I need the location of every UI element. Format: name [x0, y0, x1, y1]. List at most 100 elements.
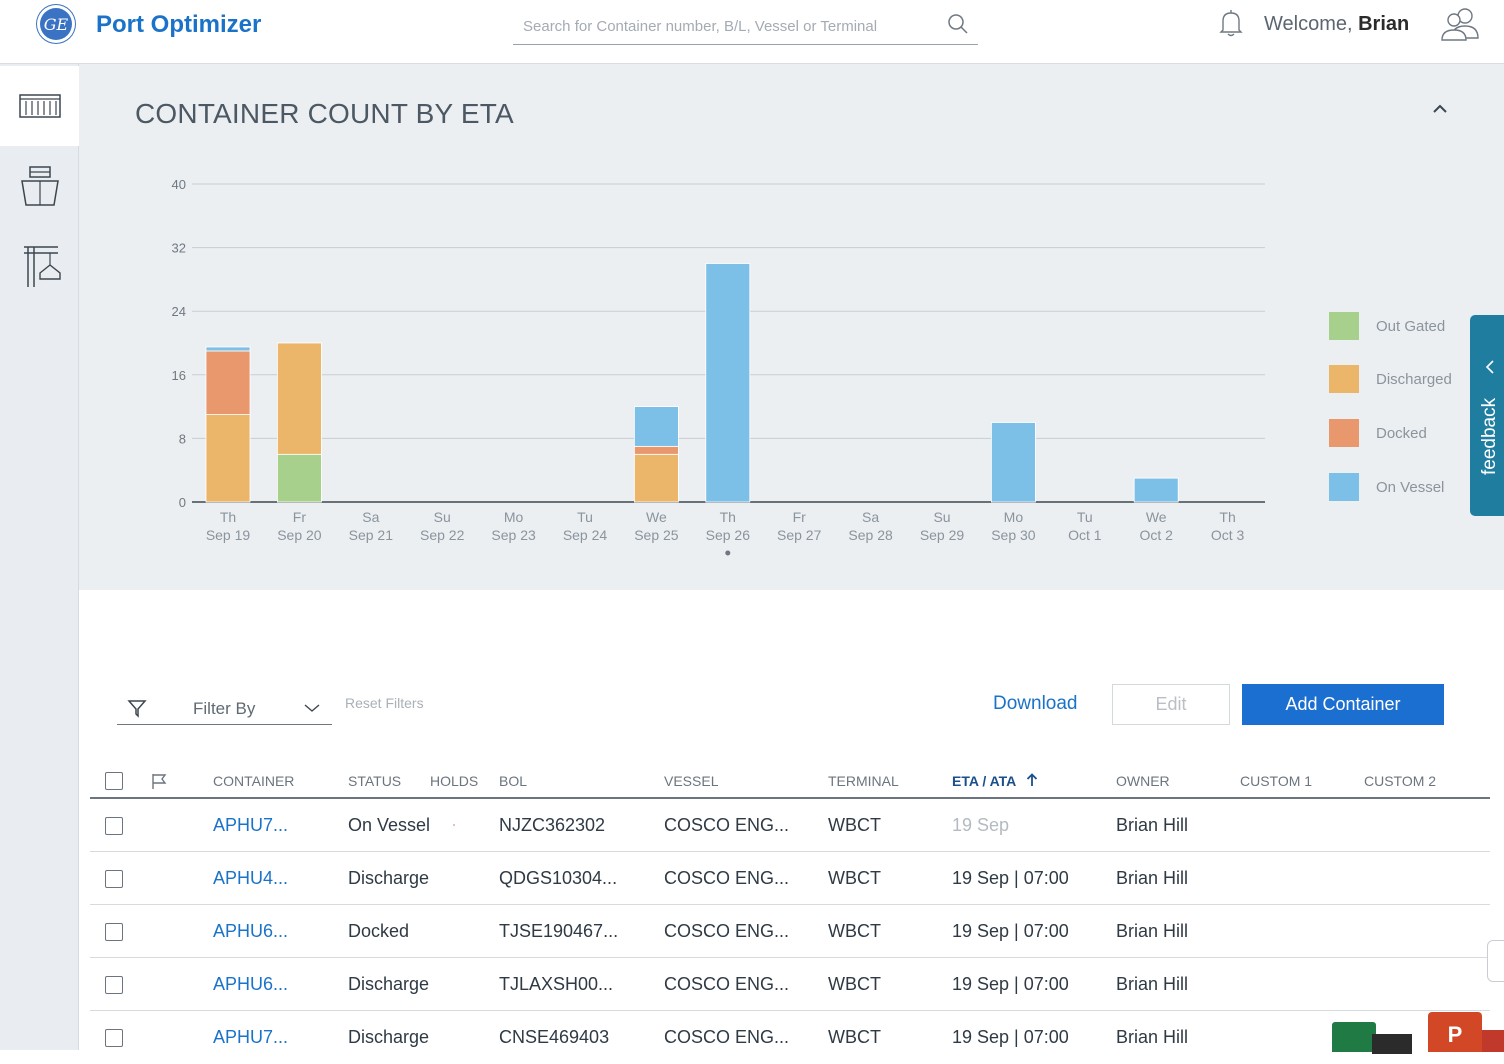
row-checkbox[interactable]	[105, 976, 123, 994]
bar-segment	[1133, 477, 1179, 503]
bar-segment	[634, 445, 679, 455]
users-icon[interactable]	[1438, 4, 1486, 44]
table-row[interactable]: APHU4... Discharge QDGS10304... COSCO EN…	[90, 852, 1490, 905]
row-checkbox[interactable]	[105, 923, 123, 941]
vessel-cell: COSCO ENG...	[664, 1027, 790, 1047]
table-header: CONTAINER STATUS HOLDS BOL VESSEL TERMIN…	[90, 762, 1490, 799]
feedback-tab[interactable]: feedback	[1470, 315, 1504, 516]
row-checkbox[interactable]	[105, 1029, 123, 1047]
flag-icon[interactable]	[150, 772, 168, 790]
legend-item[interactable]: Discharged	[1329, 365, 1479, 395]
legend-label: Discharged	[1376, 371, 1452, 388]
row-checkbox[interactable]	[105, 870, 123, 888]
bar-segment	[205, 350, 251, 415]
bar-segment	[276, 342, 322, 455]
legend-label: On Vessel	[1376, 479, 1445, 496]
x-tick-day: Su	[434, 509, 451, 525]
column-header-status[interactable]: STATUS	[348, 773, 401, 789]
scroll-handle[interactable]	[1487, 940, 1504, 982]
owner-cell: Brian Hill	[1116, 921, 1189, 941]
container-link[interactable]: APHU7...	[213, 1027, 288, 1048]
x-tick-day: Fr	[793, 509, 807, 525]
legend-item[interactable]: Out Gated	[1329, 312, 1479, 342]
status-cell: Discharge	[348, 868, 430, 888]
bar-chart: 0 8 16 24 32 40 Th Sep 19 Fr Sep 20 Sa Sep 21 Su Sep …	[172, 177, 1265, 556]
sidebar-item-terminals[interactable]	[0, 226, 79, 306]
legend-label: Docked	[1376, 425, 1427, 442]
table-row[interactable]: APHU7... Discharge CNSE469403 COSCO ENG.…	[90, 1011, 1490, 1064]
column-header-vessel[interactable]: VESSEL	[664, 773, 718, 789]
select-all-checkbox[interactable]	[105, 772, 123, 790]
search-icon[interactable]	[946, 12, 970, 36]
x-tick-date: Sep 25	[634, 527, 679, 543]
x-tick-date: Sep 21	[349, 527, 394, 543]
excel-app-icon-edge	[1372, 1034, 1412, 1054]
eta-cell: 19 Sep | 07:00	[952, 868, 1069, 888]
x-tick-date: Oct 3	[1211, 527, 1245, 543]
table-row[interactable]: APHU6... Docked TJSE190467... COSCO ENG.…	[90, 905, 1490, 958]
bar-segment	[276, 453, 322, 503]
download-link[interactable]: Download	[993, 693, 1078, 715]
bell-icon[interactable]	[1214, 6, 1248, 40]
column-header-custom2[interactable]: CUSTOM 2	[1364, 773, 1436, 789]
bar-segment	[205, 414, 251, 503]
column-header-holds[interactable]: HOLDS	[430, 773, 478, 789]
bar-segment	[705, 263, 751, 503]
legend-item[interactable]: Docked	[1329, 419, 1479, 449]
x-tick-day: Sa	[862, 509, 879, 525]
x-tick-day: Sa	[362, 509, 379, 525]
top-bar: GE Port Optimizer Welcome, Brian	[0, 0, 1504, 64]
welcome-text: Welcome, Brian	[1264, 13, 1409, 36]
x-tick-date: Oct 1	[1068, 527, 1102, 543]
welcome-prefix: Welcome,	[1264, 13, 1353, 35]
reset-filters-link[interactable]: Reset Filters	[345, 695, 424, 711]
x-tick-date: Sep 23	[491, 527, 536, 543]
bar-segment	[634, 453, 679, 503]
x-tick-date: Sep 22	[420, 527, 465, 543]
status-cell: Discharge	[348, 1027, 430, 1047]
y-tick-label: 0	[179, 495, 186, 510]
vessel-cell: COSCO ENG...	[664, 921, 790, 941]
legend-swatch	[1329, 312, 1359, 340]
column-header-terminal[interactable]: TERMINAL	[828, 773, 899, 789]
filter-dropdown[interactable]: Filter By	[117, 686, 332, 725]
status-cell: Docked	[348, 921, 410, 941]
column-header-container[interactable]: CONTAINER	[213, 773, 294, 789]
column-header-eta[interactable]: ETA / ATA	[952, 773, 1038, 789]
column-header-bol[interactable]: BOL	[499, 773, 527, 789]
terminal-cell: WBCT	[828, 921, 881, 941]
column-header-owner[interactable]: OWNER	[1116, 773, 1170, 789]
terminal-cell: WBCT	[828, 815, 881, 835]
column-header-custom1[interactable]: CUSTOM 1	[1240, 773, 1312, 789]
status-cell: On Vessel	[348, 815, 431, 835]
add-container-button[interactable]: Add Container	[1242, 684, 1444, 725]
powerpoint-app-icon[interactable]: P	[1428, 1012, 1482, 1052]
powerpoint-app-icon-edge	[1482, 1030, 1504, 1052]
app-title[interactable]: Port Optimizer	[96, 11, 261, 39]
x-tick-day: We	[1146, 509, 1167, 525]
ge-logo[interactable]: GE	[37, 5, 75, 43]
x-tick-date: Sep 19	[206, 527, 251, 543]
table-row[interactable]: APHU6... Discharge TJLAXSH00... COSCO EN…	[90, 958, 1490, 1011]
terminal-cell: WBCT	[828, 1027, 881, 1047]
container-link[interactable]: APHU6...	[213, 974, 288, 995]
eta-cell: 19 Sep	[952, 815, 1010, 835]
sidebar-item-vessels[interactable]	[0, 146, 79, 226]
excel-app-icon[interactable]	[1332, 1022, 1376, 1052]
row-checkbox[interactable]	[105, 817, 123, 835]
vessel-cell: COSCO ENG...	[664, 815, 790, 835]
container-link[interactable]: APHU7...	[213, 815, 288, 836]
legend-swatch	[1329, 419, 1359, 447]
chart-panel: CONTAINER COUNT BY ETA 0 8 16 24 32 40 Th Sep 1…	[79, 64, 1504, 590]
container-link[interactable]: APHU4...	[213, 868, 288, 889]
search-input[interactable]	[521, 14, 935, 38]
y-tick-label: 8	[179, 431, 186, 446]
x-tick-date: Sep 20	[277, 527, 322, 543]
edit-button[interactable]: Edit	[1112, 684, 1230, 725]
bar-segment	[991, 422, 1036, 503]
container-link[interactable]: APHU6...	[213, 921, 288, 942]
sidebar-item-containers[interactable]	[0, 66, 79, 146]
owner-cell: Brian Hill	[1116, 974, 1189, 994]
legend-item[interactable]: On Vessel	[1329, 473, 1479, 503]
table-row[interactable]: APHU7... On Vessel NJZC362302 COSCO ENG.…	[90, 799, 1490, 852]
